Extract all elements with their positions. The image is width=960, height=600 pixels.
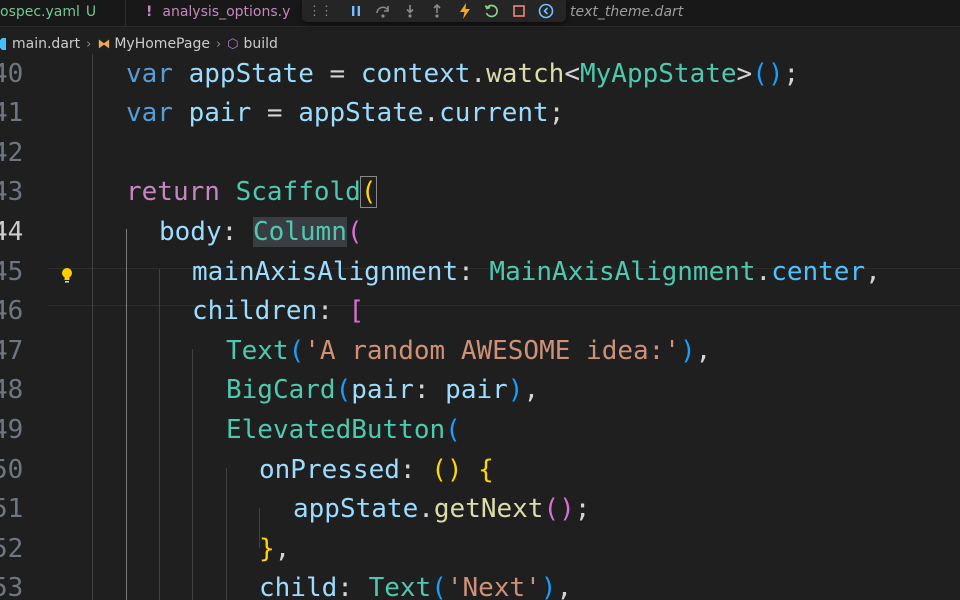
- code-editor[interactable]: 40 var appState = context.watch<MyAppSta…: [0, 54, 960, 600]
- line-number: 46: [0, 296, 24, 326]
- code-line-41: 41 var pair = appState.current;: [0, 93, 960, 133]
- breadcrumb-class[interactable]: ⧓ MyHomePage: [97, 36, 210, 52]
- step-into-icon[interactable]: [397, 0, 424, 22]
- code-text: return Scaffold(: [126, 176, 378, 208]
- code-text: appState.getNext();: [293, 494, 591, 524]
- line-number: 40: [0, 59, 24, 89]
- line-number: 51: [0, 494, 24, 524]
- code-text: BigCard(pair: pair),: [226, 375, 540, 405]
- line-number: 48: [0, 375, 24, 405]
- breadcrumb-method-label: build: [243, 36, 278, 52]
- stop-icon[interactable]: [506, 0, 533, 22]
- code-line-51: 51 appState.getNext();: [0, 489, 960, 529]
- restart-icon[interactable]: [478, 0, 505, 22]
- drag-handle-icon[interactable]: ⋮⋮: [308, 3, 333, 19]
- code-text: Text('A random AWESOME idea:'),: [226, 336, 712, 366]
- code-text: onPressed: () {: [259, 455, 494, 485]
- code-line-42: 42: [0, 133, 960, 173]
- line-number: 42: [0, 138, 24, 168]
- chevron-right-icon: ›: [215, 36, 222, 52]
- code-line-48: 48 BigCard(pair: pair),: [0, 370, 960, 410]
- debug-toolbar: ⋮⋮: [302, 0, 566, 22]
- step-out-icon[interactable]: [424, 0, 451, 22]
- dart-file-icon: [0, 38, 6, 50]
- yaml-exclamation-icon: !: [146, 4, 153, 20]
- tab-label: text_theme.dart: [570, 4, 684, 20]
- tab-text-theme[interactable]: text_theme.dart: [570, 0, 770, 26]
- tab-label: ospec.yaml: [0, 4, 80, 20]
- code-text: child: Text('Next'),: [259, 573, 573, 600]
- code-line-49: 49 ElevatedButton(: [0, 410, 960, 450]
- tab-analysis-options[interactable]: ! analysis_options.y: [126, 0, 294, 26]
- code-line-43: 43 return Scaffold(: [0, 172, 960, 212]
- tab-label: analysis_options.y: [162, 4, 291, 20]
- devtools-icon[interactable]: [533, 0, 560, 22]
- code-line-47: 47 Text('A random AWESOME idea:'),: [0, 331, 960, 371]
- code-line-52: 52 },: [0, 529, 960, 569]
- code-line-53: 53 child: Text('Next'),: [0, 568, 960, 600]
- tab-pubspec[interactable]: ospec.yaml U: [0, 0, 126, 26]
- line-number: 41: [0, 98, 24, 128]
- breadcrumb-file-label: main.dart: [12, 36, 81, 52]
- code-text: body: Column(: [159, 217, 363, 247]
- line-number: 52: [0, 534, 24, 564]
- line-number: 43: [0, 177, 24, 207]
- line-number: 50: [0, 455, 24, 485]
- chevron-right-icon: ›: [86, 36, 92, 52]
- code-line-50: 50 onPressed: () {: [0, 450, 960, 490]
- code-line-46: 46 children: [: [0, 291, 960, 331]
- pause-icon[interactable]: [342, 0, 369, 22]
- untracked-badge: U: [85, 4, 97, 20]
- line-number-active: 44: [0, 217, 24, 247]
- breadcrumb: main.dart › ⧓ MyHomePage › ⬡ build: [0, 33, 960, 55]
- code-text: var pair = appState.current;: [126, 98, 565, 128]
- breadcrumb-file[interactable]: main.dart: [0, 36, 80, 52]
- code-text: ElevatedButton(: [226, 415, 461, 445]
- code-text: },: [259, 534, 291, 564]
- line-number: 49: [0, 415, 24, 445]
- hot-reload-icon[interactable]: [451, 0, 478, 22]
- code-line-44: 44 body: Column(: [0, 212, 960, 252]
- code-text: mainAxisAlignment: MainAxisAlignment.cen…: [192, 257, 881, 287]
- code-text: var appState = context.watch<MyAppState>…: [126, 59, 800, 89]
- class-icon: ⧓: [97, 36, 111, 52]
- code-line-40: 40 var appState = context.watch<MyAppSta…: [0, 54, 960, 94]
- method-cube-icon: ⬡: [227, 36, 239, 52]
- breadcrumb-class-label: MyHomePage: [114, 36, 210, 52]
- code-line-45: 45 mainAxisAlignment: MainAxisAlignment.…: [0, 252, 960, 292]
- line-number: 47: [0, 336, 24, 366]
- code-text: children: [: [192, 296, 365, 326]
- step-over-icon[interactable]: [369, 0, 396, 22]
- breadcrumb-method[interactable]: ⬡ build: [227, 36, 278, 52]
- line-number: 53: [0, 573, 24, 600]
- line-number: 45: [0, 257, 24, 287]
